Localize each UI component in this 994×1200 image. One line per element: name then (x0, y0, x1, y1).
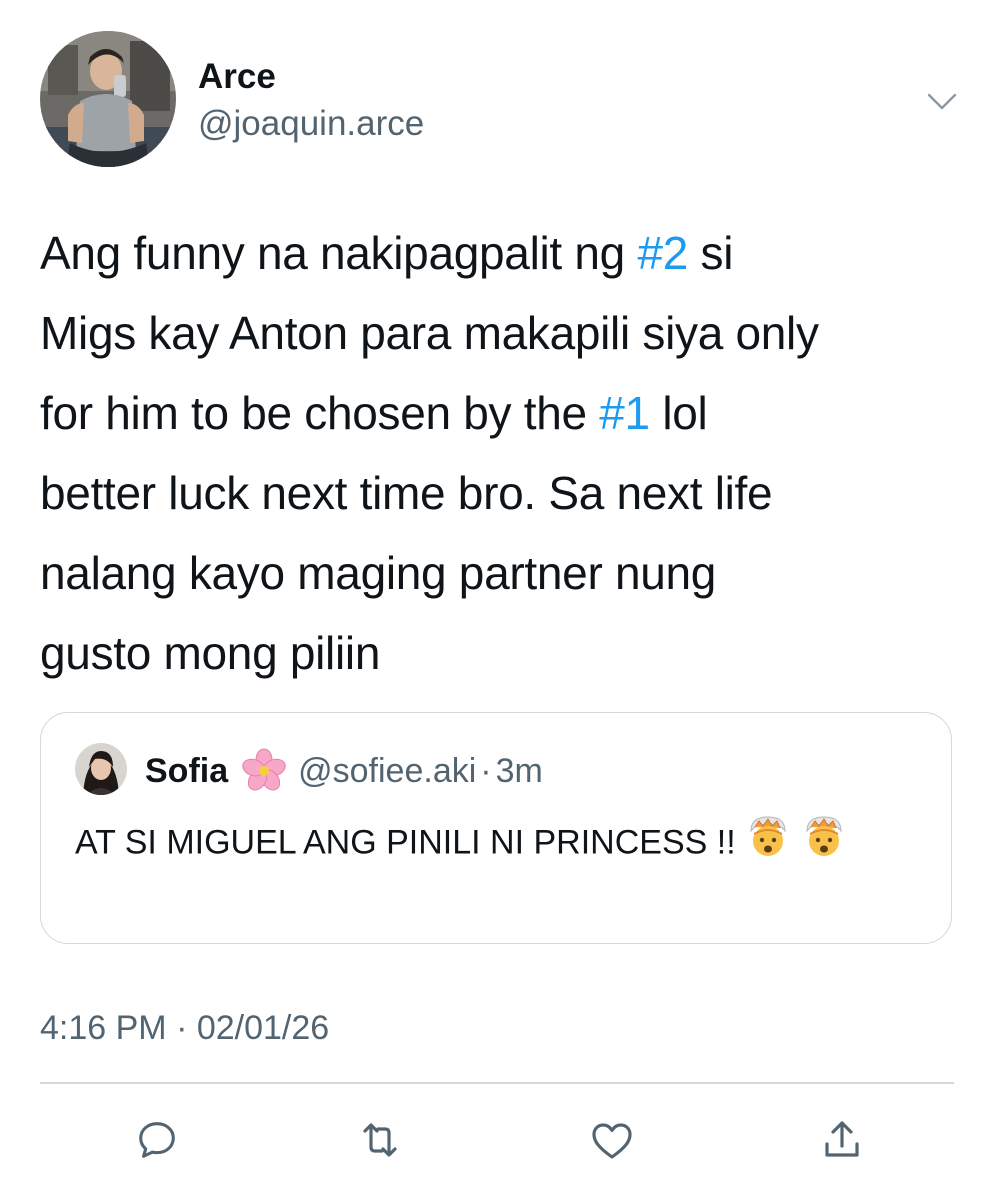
tweet-text-segment: Migs kay Anton para makapili siya only (40, 307, 819, 359)
tweet-text-line: nalang kayo maging partner nung (40, 533, 970, 613)
quoted-tweet-text: AT SI MIGUEL ANG PINILI NI PRINCESS !! (75, 813, 915, 876)
tweet-text-line: gusto mong piliin (40, 613, 970, 693)
hashtag-link[interactable]: #1 (599, 387, 650, 439)
quoted-tweet[interactable]: Sofia @sofiee.aki · 3m AT SI MIGUEL ANG … (40, 712, 952, 944)
tweet-timestamp[interactable]: 4:16 PM · 02/01/26 (40, 1006, 329, 1050)
quoted-author-name[interactable]: Sofia (145, 752, 228, 791)
reply-button[interactable] (127, 1110, 187, 1170)
tweet-text-line: Migs kay Anton para makapili siya only (40, 293, 970, 373)
heart-icon (592, 1123, 632, 1159)
author-avatar[interactable] (40, 31, 176, 167)
tweet-text-segment: better luck next time bro. Sa next life (40, 467, 773, 519)
hashtag-link[interactable]: #2 (637, 227, 688, 279)
tweet-text-line: Ang funny na nakipagpalit ng #2 si (40, 213, 970, 293)
author-name[interactable]: Arce (198, 56, 276, 98)
tweet-text-segment: Ang funny na nakipagpalit ng (40, 227, 638, 279)
exploding-head-emoji (745, 813, 791, 876)
more-menu-button[interactable] (916, 84, 968, 120)
author-handle[interactable]: @joaquin.arce (198, 103, 424, 145)
comment-icon (139, 1122, 175, 1158)
retweet-button[interactable] (350, 1110, 410, 1170)
exploding-head-emoji (801, 813, 847, 876)
cherry-blossom-emoji (240, 747, 288, 795)
tweet-text-segment: gusto mong piliin (40, 627, 381, 679)
action-bar (0, 1110, 994, 1170)
quoted-author-avatar[interactable] (75, 743, 127, 795)
tweet-text-segment: lol (649, 387, 708, 439)
tweet-text-segment: nalang kayo maging partner nung (40, 547, 717, 599)
tweet-text-segment: for him to be chosen by the (40, 387, 600, 439)
chevron-down-icon (927, 93, 957, 110)
tweet-text-line: better luck next time bro. Sa next life (40, 453, 970, 533)
divider (40, 1082, 954, 1084)
separator-dot: · (480, 751, 492, 790)
quoted-tweet-time[interactable]: 3m (496, 752, 543, 791)
quoted-text-content: AT SI MIGUEL ANG PINILI NI PRINCESS !! (75, 823, 736, 862)
quoted-author-handle[interactable]: @sofiee.aki (298, 752, 476, 791)
share-icon (825, 1121, 859, 1157)
like-button[interactable] (582, 1110, 642, 1170)
tweet-text: Ang funny na nakipagpalit ng #2 si Migs k… (40, 213, 970, 693)
tweet-text-line: for him to be chosen by the #1 lol (40, 373, 970, 453)
tweet-text-segment: si (688, 227, 734, 279)
retweet-icon (363, 1123, 397, 1157)
share-button[interactable] (812, 1110, 872, 1170)
